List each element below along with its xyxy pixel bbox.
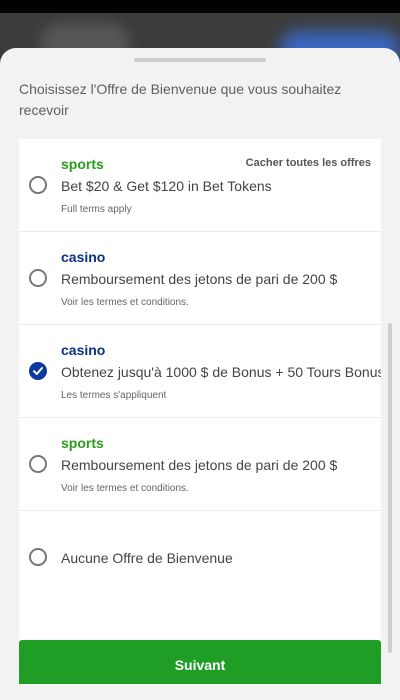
scrollbar[interactable] — [388, 323, 392, 653]
offer-title: Remboursement des jetons de pari de 200 … — [61, 271, 338, 287]
hide-all-offers-link[interactable]: Cacher toutes les offres — [246, 157, 371, 169]
offer-terms[interactable]: Voir les termes et conditions. — [61, 297, 189, 308]
bottom-edge — [0, 684, 400, 700]
offer-terms[interactable]: Full terms apply — [61, 204, 132, 215]
offer-list: sports Cacher toutes les offres Bet $20 … — [19, 139, 381, 662]
offer-radio[interactable] — [29, 176, 47, 194]
next-button[interactable]: Suivant — [19, 640, 381, 690]
no-offer-label: Aucune Offre de Bienvenue — [61, 550, 233, 566]
offer-terms[interactable]: Les termes s'appliquent — [61, 390, 166, 401]
offer-radio[interactable] — [29, 455, 47, 473]
offer-category: sports — [61, 435, 104, 451]
offer-title: Remboursement des jetons de pari de 200 … — [61, 457, 338, 473]
offer-category: casino — [61, 342, 106, 358]
status-bar — [0, 0, 400, 13]
no-offer-radio[interactable] — [29, 548, 47, 566]
offer-category: casino — [61, 249, 106, 265]
offer-terms[interactable]: Voir les termes et conditions. — [61, 483, 189, 494]
offer-title: Bet $20 & Get $120 in Bet Tokens — [61, 178, 272, 194]
offer-radio-selected[interactable] — [29, 362, 47, 380]
offer-category: sports — [61, 156, 104, 172]
welcome-offer-sheet: Choisissez l'Offre de Bienvenue que vous… — [0, 48, 400, 700]
check-icon — [33, 367, 43, 375]
offer-row[interactable]: casino Remboursement des jetons de pari … — [19, 232, 381, 325]
offer-title: Obtenez jusqu'à 1000 $ de Bonus + 50 Tou… — [61, 364, 381, 380]
intro-text: Choisissez l'Offre de Bienvenue que vous… — [19, 81, 342, 118]
offer-radio[interactable] — [29, 269, 47, 287]
offer-row[interactable]: sports Cacher toutes les offres Bet $20 … — [19, 139, 381, 232]
offer-row[interactable]: casino Obtenez jusqu'à 1000 $ de Bonus +… — [19, 325, 381, 418]
drag-handle[interactable] — [134, 58, 266, 62]
offer-row[interactable]: sports Remboursement des jetons de pari … — [19, 418, 381, 511]
no-offer-row[interactable]: Aucune Offre de Bienvenue — [19, 511, 381, 604]
